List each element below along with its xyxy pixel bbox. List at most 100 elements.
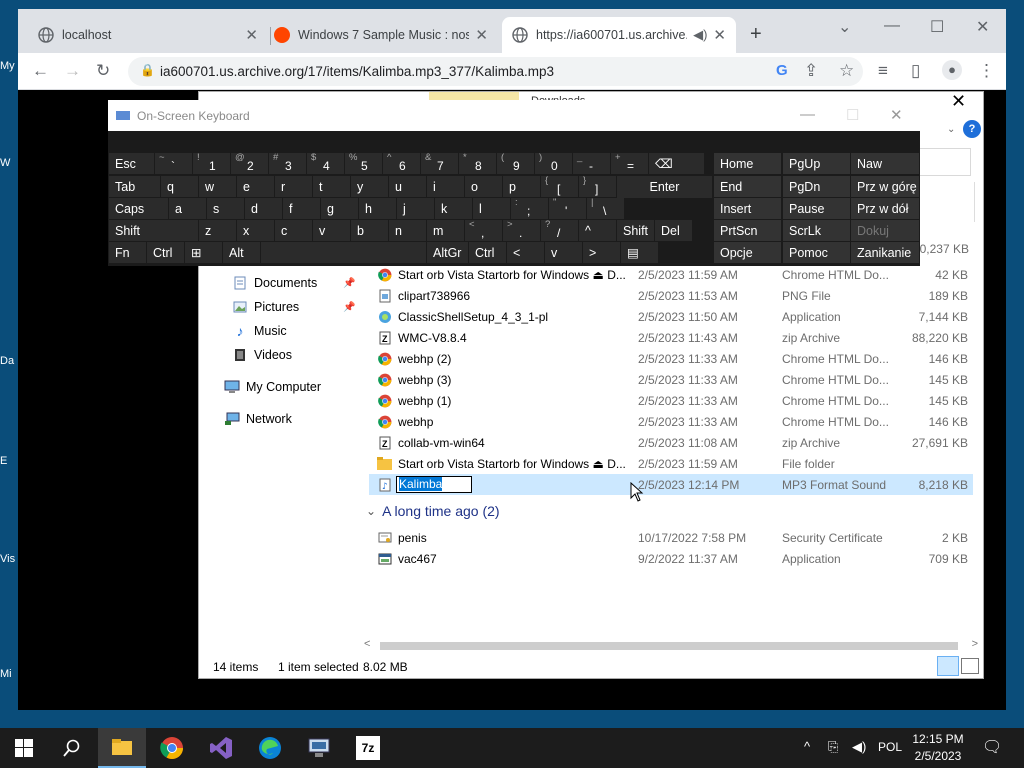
nav-item-my-computer[interactable]: My Computer xyxy=(224,380,321,394)
search-box[interactable] xyxy=(919,148,971,176)
file-row[interactable]: penis 10/17/2022 7:58 PM Security Certific… xyxy=(369,527,973,548)
osk-key[interactable]: q xyxy=(161,176,198,197)
file-name[interactable]: Kalimba xyxy=(399,477,443,491)
osk-key[interactable]: #3 xyxy=(269,152,306,174)
group-header-old[interactable]: ⌄ A long time ago (2) xyxy=(366,503,500,519)
osk-nav-key[interactable]: Pause xyxy=(783,198,850,219)
osk-key[interactable]: ^ xyxy=(579,220,616,241)
osk-key[interactable]: y xyxy=(351,176,388,197)
osk-key[interactable]: ⌫ xyxy=(649,153,704,174)
network-app-icon[interactable] xyxy=(295,728,343,768)
osk-key[interactable]: s xyxy=(207,198,244,219)
file-row[interactable]: Zcollab-vm-win64 2/5/2023 11:08 AM zip Arc… xyxy=(369,432,973,453)
osk-key[interactable]: }] xyxy=(579,175,616,197)
visual-studio-icon[interactable] xyxy=(197,728,245,768)
osk-key[interactable]: $4 xyxy=(307,152,344,174)
osk-key[interactable]: + = xyxy=(611,152,648,174)
osk-nav-key[interactable]: PrtScn xyxy=(714,220,781,241)
osk-key[interactable]: m xyxy=(427,220,464,241)
file-row[interactable]: webhp (3) 2/5/2023 11:33 AM Chrome HTML Do… xyxy=(369,369,973,390)
media-control-icon[interactable]: ≡ xyxy=(878,61,888,81)
google-translate-icon[interactable]: G xyxy=(776,62,788,79)
close-icon[interactable]: ✕ xyxy=(475,26,488,44)
osk-nav-key[interactable]: End xyxy=(714,176,781,197)
osk-key[interactable]: <, xyxy=(465,219,502,241)
osk-nav-key[interactable]: Prz w dół xyxy=(851,198,919,219)
osk-key[interactable]: g xyxy=(321,198,358,219)
lock-icon[interactable]: 🔒 xyxy=(140,63,155,77)
osk-key[interactable]: ) 0 xyxy=(535,152,572,174)
osk-key[interactable] xyxy=(261,242,426,263)
menu-kebab-icon[interactable]: ⋮ xyxy=(978,61,995,81)
osk-key[interactable]: o xyxy=(465,176,502,197)
edge-icon[interactable] xyxy=(246,728,294,768)
speaker-mute-icon[interactable]: ◀) xyxy=(693,27,707,43)
scroll-left-icon[interactable]: < xyxy=(364,638,370,650)
profile-icon[interactable]: ● xyxy=(942,60,962,80)
osk-key[interactable]: Ctrl xyxy=(469,242,506,263)
osk-key[interactable]: p xyxy=(503,176,540,197)
7zip-icon[interactable]: 7z xyxy=(344,728,392,768)
osk-nav-key[interactable]: Dokuj xyxy=(851,220,919,241)
osk-key[interactable]: {[ xyxy=(541,175,578,197)
osk-key[interactable]: < xyxy=(507,242,544,263)
url-text[interactable]: ia600701.us.archive.org/17/items/Kalimba… xyxy=(160,64,554,79)
osk-nav-key[interactable]: ScrLk xyxy=(783,220,850,241)
osk-key[interactable]: AltGr xyxy=(427,242,468,263)
osk-key[interactable]: Fn xyxy=(109,242,146,263)
osk-key[interactable]: | \ xyxy=(587,197,624,219)
file-row[interactable]: Start orb Vista Startorb for Windows ⏏ D… xyxy=(369,264,973,285)
bookmark-star-icon[interactable]: ☆ xyxy=(839,61,854,81)
desktop-icon-label[interactable]: Vis xyxy=(0,553,18,565)
close-icon[interactable]: ✕ xyxy=(713,26,726,44)
large-icons-view-icon[interactable] xyxy=(961,658,979,674)
osk-key[interactable]: a xyxy=(169,198,206,219)
start-icon[interactable] xyxy=(0,728,48,768)
ribbon-expand-icon[interactable]: ⌄ xyxy=(947,124,955,135)
rename-input[interactable]: Kalimba xyxy=(396,476,472,493)
new-tab-button[interactable]: + xyxy=(750,23,762,46)
osk-key[interactable]: n xyxy=(389,220,426,241)
osk-key[interactable]: t xyxy=(313,176,350,197)
osk-key[interactable]: & 7 xyxy=(421,152,458,174)
osk-key[interactable]: Shift xyxy=(109,220,198,241)
osk-title-bar[interactable]: On-Screen Keyboard — ☐ ✕ xyxy=(108,100,920,131)
nav-item-pictures[interactable]: Pictures xyxy=(232,300,299,314)
file-row[interactable]: clipart738966 2/5/2023 11:53 AM PNG File 18… xyxy=(369,285,973,306)
osk-key[interactable]: ~ ` xyxy=(155,152,192,174)
osk-key[interactable]: w xyxy=(199,176,236,197)
osk-nav-key[interactable]: Pomoc xyxy=(783,242,850,263)
osk-key[interactable]: f xyxy=(283,198,320,219)
chevron-down-icon[interactable]: ⌄ xyxy=(366,504,376,518)
osk-key[interactable]: (9 xyxy=(497,152,534,174)
file-row[interactable]: ♪ Kalimba 2/5/2023 12:14 PM MP3 Format Soun… xyxy=(369,474,973,495)
osk-key[interactable]: b xyxy=(351,220,388,241)
side-panel-icon[interactable]: ▯ xyxy=(911,61,920,81)
osk-key[interactable]: ▤ xyxy=(621,242,658,263)
osk-key[interactable]: ⊞ xyxy=(185,242,222,263)
close-window-button[interactable]: ✕ xyxy=(890,106,903,124)
osk-key[interactable]: _ - xyxy=(573,152,610,174)
osk-nav-key[interactable]: PgUp xyxy=(783,153,850,174)
osk-nav-key[interactable]: Prz w górę xyxy=(851,176,919,197)
desktop-icon-label[interactable]: Mi xyxy=(0,668,18,680)
osk-key[interactable]: @2 xyxy=(231,152,268,174)
osk-nav-key[interactable]: Insert xyxy=(714,198,781,219)
osk-key[interactable]: :; xyxy=(511,197,548,219)
osk-key[interactable]: e xyxy=(237,176,274,197)
clock[interactable]: 12:15 PM 2/5/2023 xyxy=(905,731,971,765)
desktop-icon-label[interactable]: My xyxy=(0,60,18,72)
osk-nav-key[interactable]: PgDn xyxy=(783,176,850,197)
pin-icon[interactable]: 📌 xyxy=(343,278,355,289)
pin-icon[interactable]: 📌 xyxy=(343,302,355,313)
desktop-icon-label[interactable]: W xyxy=(0,157,18,169)
osk-key[interactable]: z xyxy=(199,220,236,241)
tab-reddit[interactable]: Windows 7 Sample Music : nostal ✕ xyxy=(264,17,498,53)
osk-key[interactable]: r xyxy=(275,176,312,197)
osk-key[interactable]: l xyxy=(473,198,510,219)
share-icon[interactable]: ⇪ xyxy=(804,61,818,81)
scroll-right-icon[interactable]: > xyxy=(972,638,978,650)
osk-key[interactable]: Esc xyxy=(109,153,154,174)
address-bar[interactable]: 🔒 ia600701.us.archive.org/17/items/Kalim… xyxy=(128,57,863,86)
nav-item-network[interactable]: Network xyxy=(224,412,292,426)
